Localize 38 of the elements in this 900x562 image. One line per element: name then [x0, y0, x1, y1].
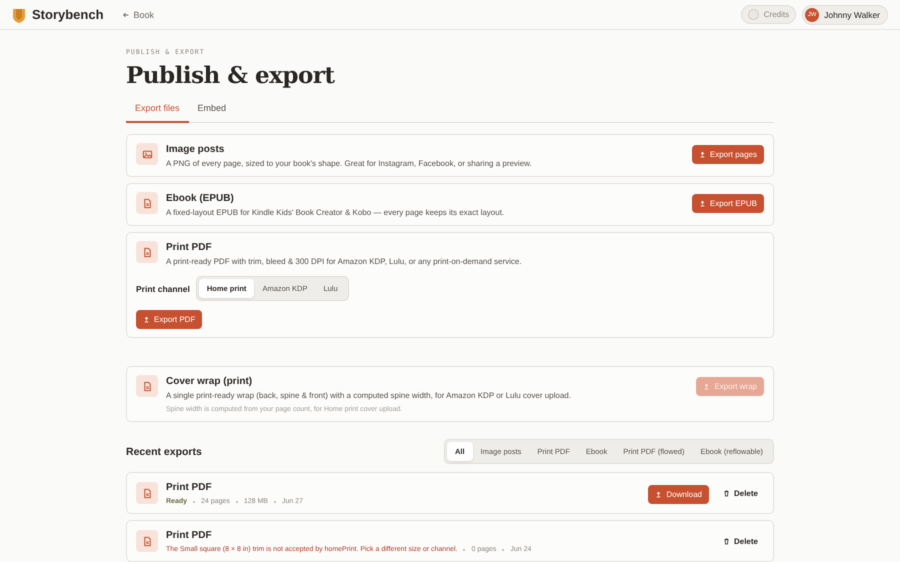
- document-icon: [142, 488, 152, 498]
- card-title: Image posts: [166, 144, 226, 155]
- upload-icon: [698, 200, 706, 207]
- image-icon: [142, 148, 152, 160]
- app-name: Storybench: [32, 7, 104, 22]
- export-title: Print PDF: [166, 482, 213, 493]
- trash-icon: [722, 538, 730, 544]
- back-arrow-icon: [122, 10, 130, 18]
- delete-button[interactable]: Delete: [716, 532, 764, 550]
- document-icon: [142, 536, 152, 546]
- document-icon: [142, 198, 152, 208]
- delete-button[interactable]: Delete: [716, 484, 764, 502]
- card-title: Print PDF: [166, 242, 213, 253]
- export-title: Print PDF: [166, 530, 213, 541]
- card-description: A PNG of every page, sized to your book's shape. Great for Instagram, Facebook, or sharing a preview.: [166, 159, 533, 168]
- tab[interactable]: Embed: [188, 99, 236, 123]
- tab[interactable]: Export files: [126, 99, 189, 123]
- upload-icon: [143, 316, 150, 323]
- export-button[interactable]: Export EPUB: [692, 194, 764, 213]
- export-button[interactable]: Export PDF: [136, 310, 202, 329]
- page-title: Publish & export: [126, 62, 336, 89]
- card-description: A single print-ready wrap (back, spine & front) with a computed spine width, for Amazon KDP or Lulu cover upload.: [166, 391, 572, 400]
- card-title: Cover wrap (print): [166, 376, 254, 387]
- shield-logo-icon: [12, 6, 26, 22]
- card-description: A print-ready PDF with trim, bleed & 300 DPI for Amazon KDP, Lulu, or any print-on-demand service.: [166, 257, 523, 266]
- document-icon: [142, 246, 152, 258]
- trash-icon: [722, 490, 730, 496]
- back-link[interactable]: Book: [122, 10, 154, 20]
- card-title: Ebook (EPUB): [166, 193, 235, 204]
- export-button[interactable]: Export pages: [692, 145, 764, 164]
- upload-icon: [655, 490, 662, 498]
- print-channel-label: Print channel: [136, 284, 190, 294]
- document-icon: [142, 380, 152, 392]
- section-heading: Recent exports: [126, 446, 202, 458]
- download-button[interactable]: Download: [648, 484, 709, 504]
- card-description: A fixed-layout EPUB for Kindle Kids' Book Creator & Kobo — every page keeps its exact layout.: [166, 208, 506, 217]
- upload-icon: [698, 151, 706, 158]
- upload-icon: [703, 383, 710, 390]
